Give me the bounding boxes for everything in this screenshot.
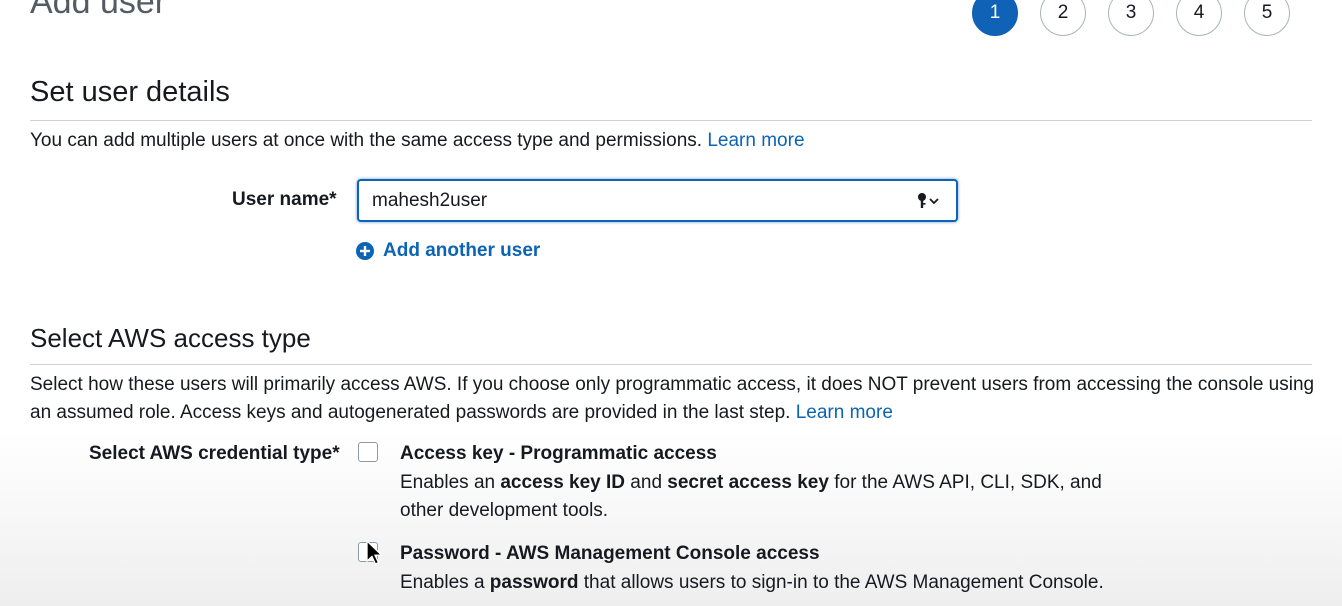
description-text: You can add multiple users at once with … [30, 130, 703, 151]
section-title-user-details: Set user details [30, 76, 230, 108]
learn-more-link[interactable]: Learn more [796, 402, 893, 423]
access-key-option-description: Enables an access key ID and secret acce… [400, 469, 1120, 525]
step-1[interactable]: 1 [972, 0, 1018, 36]
access-type-description: Select how these users will primarily ac… [30, 371, 1320, 427]
credential-type-label: Select AWS credential type* [89, 443, 340, 464]
desc-text: that allows users to sign-in to the AWS … [578, 572, 1104, 593]
desc-text: Enables a [400, 572, 490, 593]
add-another-user-button[interactable]: Add another user [356, 240, 540, 262]
wizard-steps: 1 2 3 4 5 [972, 0, 1290, 36]
access-key-option-title: Access key - Programmatic access [400, 443, 717, 464]
divider [30, 120, 1312, 121]
add-user-page: Add user 1 2 3 4 5 Set user details You … [0, 0, 1342, 606]
desc-bold: password [489, 572, 579, 593]
desc-text: and [625, 472, 668, 493]
user-name-field[interactable] [357, 179, 958, 222]
password-manager-key-icon[interactable] [916, 191, 942, 211]
page-title: Add user [30, 0, 167, 21]
plus-circle-icon [356, 242, 374, 260]
step-4[interactable]: 4 [1176, 0, 1222, 36]
step-5[interactable]: 5 [1244, 0, 1290, 36]
desc-bold: secret access key [667, 472, 829, 493]
step-2[interactable]: 2 [1040, 0, 1086, 36]
divider [30, 364, 1312, 365]
learn-more-link[interactable]: Learn more [707, 130, 804, 151]
desc-bold: access key ID [500, 472, 626, 493]
description-text: Select how these users will primarily ac… [30, 374, 1315, 423]
user-details-description: You can add multiple users at once with … [30, 127, 1320, 155]
step-3[interactable]: 3 [1108, 0, 1154, 36]
user-name-input[interactable] [359, 181, 916, 220]
section-title-access-type: Select AWS access type [30, 323, 311, 353]
password-option-title: Password - AWS Management Console access [400, 543, 820, 564]
password-option-description: Enables a password that allows users to … [400, 569, 1300, 597]
user-name-label: User name* [232, 189, 337, 210]
access-key-checkbox[interactable] [358, 442, 378, 462]
add-another-user-label: Add another user [383, 240, 541, 261]
mouse-cursor-icon [366, 540, 383, 565]
desc-text: Enables an [400, 472, 501, 493]
